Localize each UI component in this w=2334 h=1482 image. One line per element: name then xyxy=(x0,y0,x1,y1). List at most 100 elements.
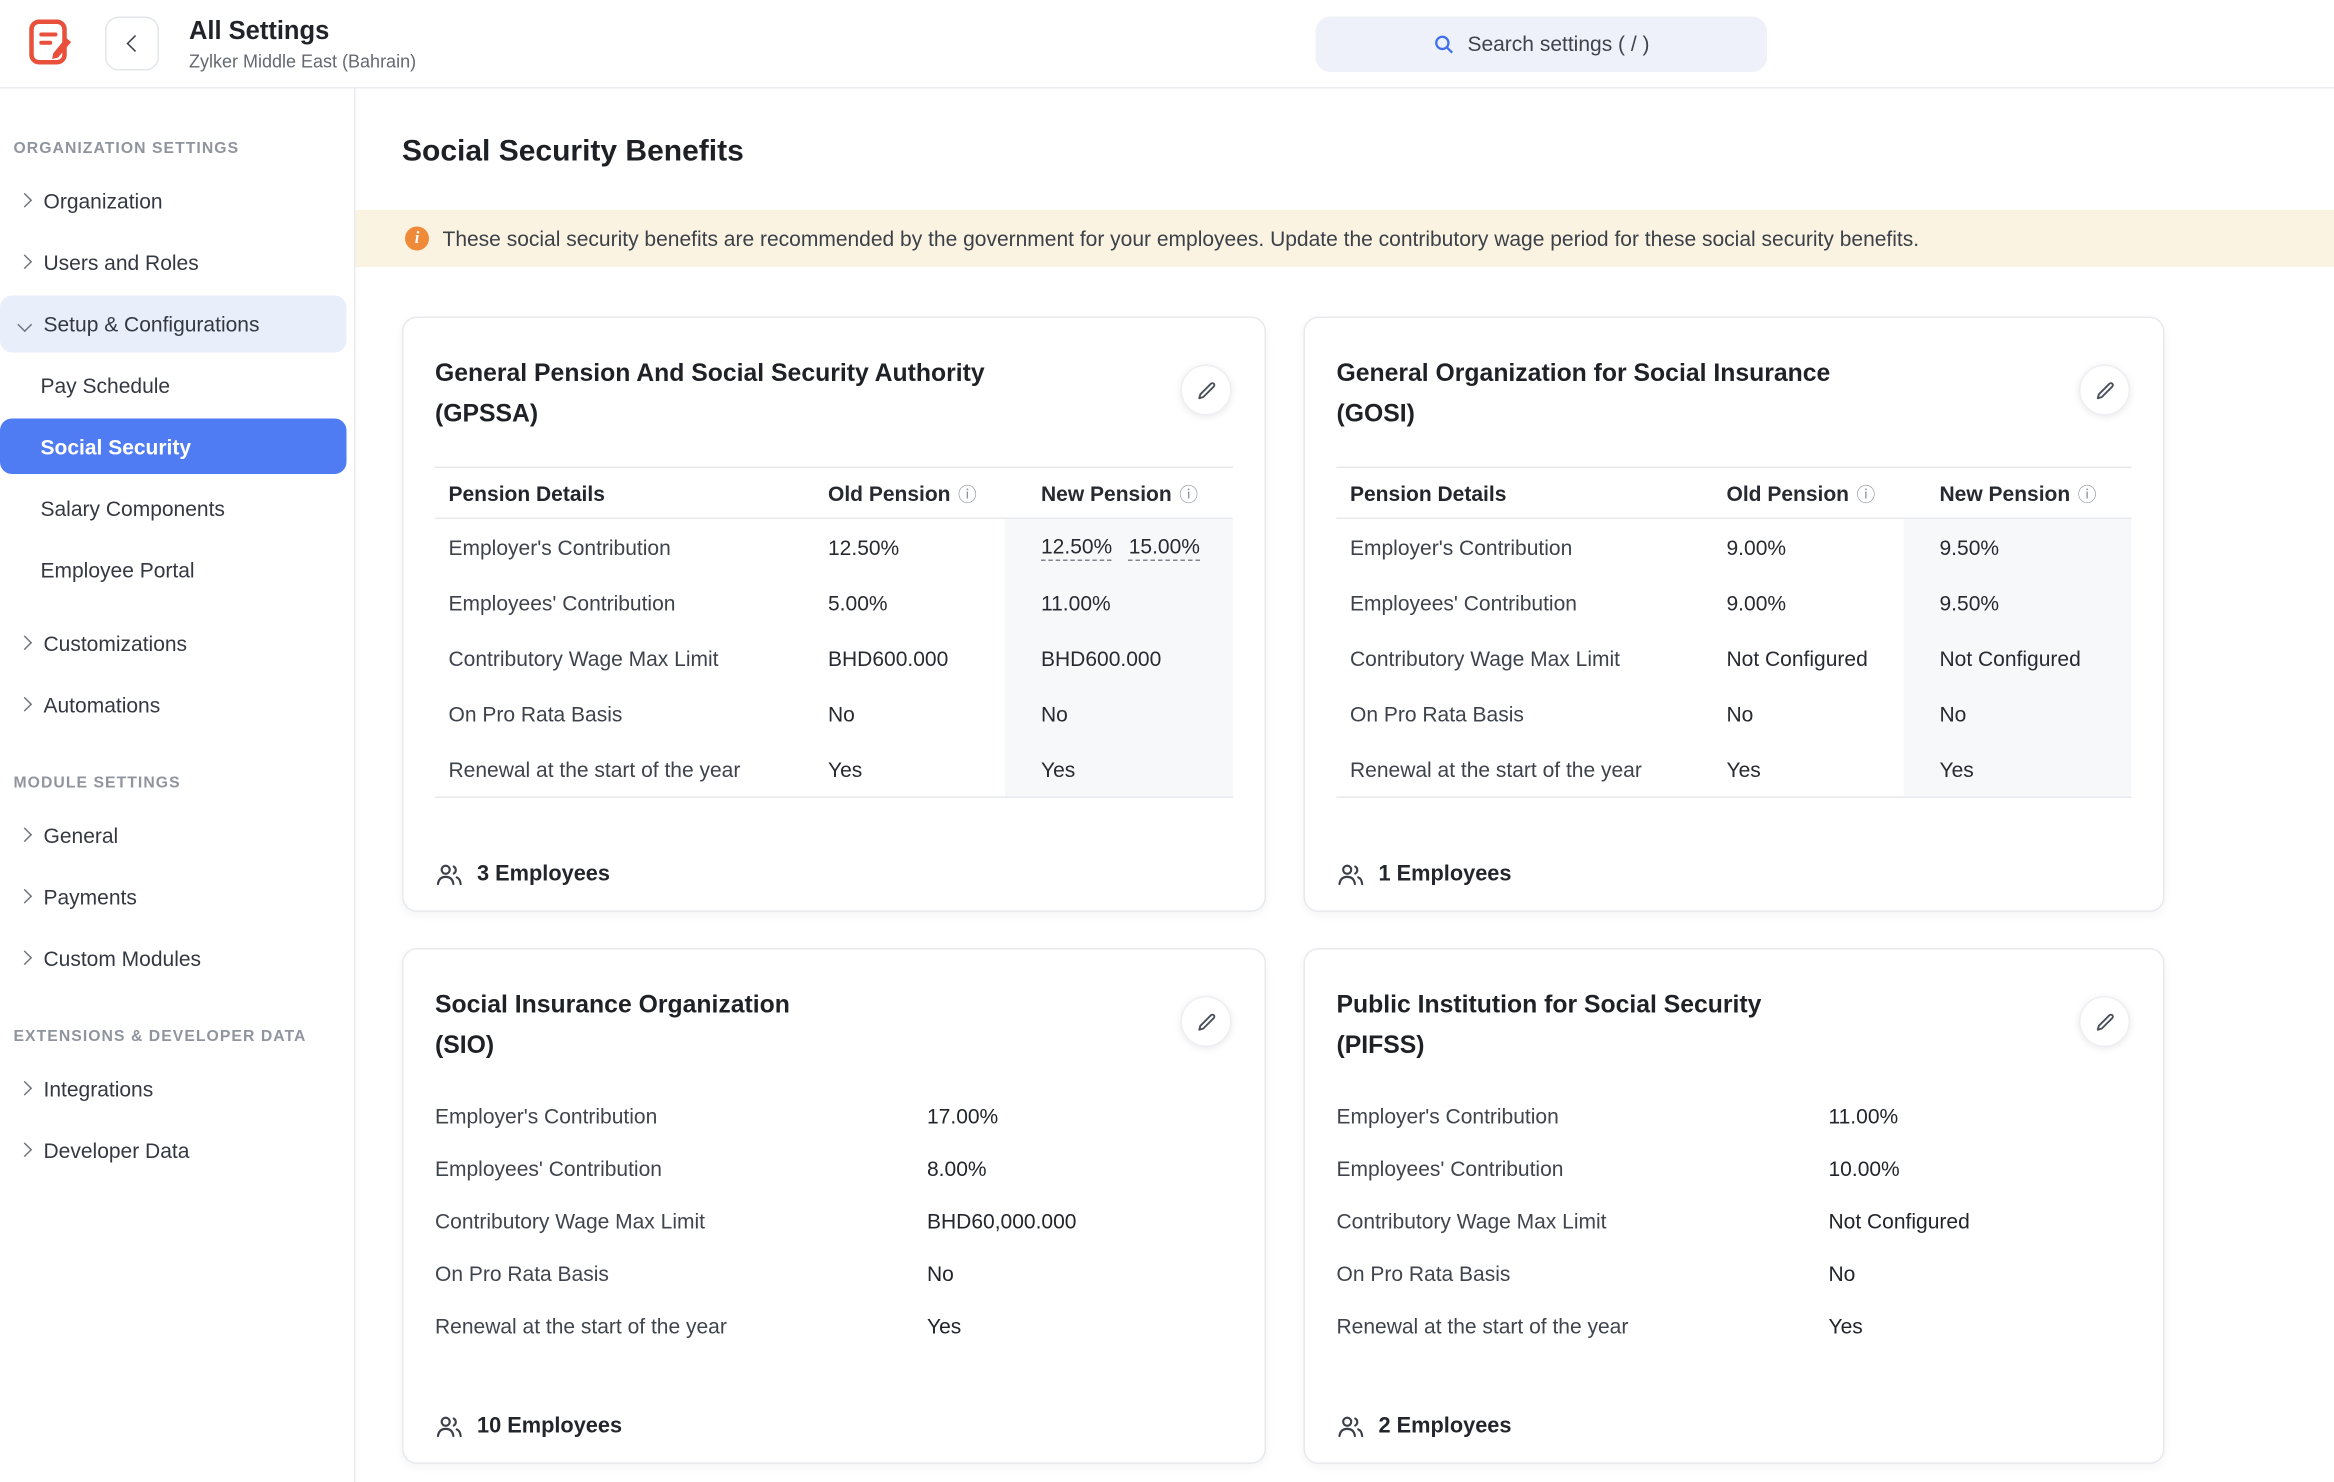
sidebar-item-employee-portal[interactable]: Employee Portal xyxy=(0,539,347,601)
settings-sidebar: ORGANIZATION SETTINGS Organization Users… xyxy=(0,89,356,1482)
column-header-pension-details: Pension Details xyxy=(1337,481,1727,505)
chevron-right-icon xyxy=(17,697,32,712)
search-settings-input[interactable]: Search settings ( / ) xyxy=(1316,16,1768,72)
sidebar-item-users-and-roles[interactable]: Users and Roles xyxy=(0,231,347,293)
org-name: Zylker Middle East (Bahrain) xyxy=(189,50,416,71)
table-row: Employer's Contribution 9.00% 9.50% xyxy=(1337,519,2132,575)
pencil-icon xyxy=(2093,379,2116,402)
sidebar-item-salary-components[interactable]: Salary Components xyxy=(0,477,347,539)
main-content: Social Security Benefits i These social … xyxy=(356,89,2334,1482)
payroll-app-logo[interactable] xyxy=(21,14,81,74)
card-gpssa: General Pension And Social Security Auth… xyxy=(402,317,1266,913)
chevron-right-icon xyxy=(17,193,32,208)
chevron-right-icon xyxy=(17,635,32,650)
card-title: General Pension And Social Security Auth… xyxy=(435,354,1125,435)
sidebar-item-organization[interactable]: Organization xyxy=(0,170,347,232)
employee-count: 3 Employees xyxy=(435,863,610,887)
detail-row: Employees' Contribution8.00% xyxy=(435,1142,1233,1195)
chevron-right-icon xyxy=(17,254,32,269)
edit-sio-button[interactable] xyxy=(1181,996,1232,1047)
sidebar-item-custom-modules[interactable]: Custom Modules xyxy=(0,927,347,989)
detail-row: Employer's Contribution11.00% xyxy=(1337,1089,2132,1142)
detail-row: Contributory Wage Max LimitBHD60,000.000 xyxy=(435,1194,1233,1247)
detail-row: Contributory Wage Max LimitNot Configure… xyxy=(1337,1194,2132,1247)
info-icon: i xyxy=(405,227,429,251)
sidebar-item-label: Customizations xyxy=(44,631,188,655)
sidebar-item-customizations[interactable]: Customizations xyxy=(0,612,347,674)
card-title-abbr: (GOSI) xyxy=(1337,401,1415,428)
table-body: Employer's Contribution 12.50% 12.50% 15… xyxy=(435,519,1233,798)
sidebar-item-general[interactable]: General xyxy=(0,804,347,866)
revised-value-upcoming[interactable]: 15.00% xyxy=(1129,533,1200,560)
edit-gosi-button[interactable] xyxy=(2079,365,2130,416)
pension-table: Pension Details Old Pensionⓘ New Pension… xyxy=(435,467,1233,799)
employees-icon xyxy=(435,863,464,887)
card-title-name: Social Insurance Organization xyxy=(435,992,790,1019)
column-header-old-pension: Old Pensionⓘ xyxy=(1727,479,1904,508)
back-button[interactable] xyxy=(105,17,159,71)
chevron-right-icon xyxy=(17,889,32,904)
card-title-abbr: (SIO) xyxy=(435,1032,494,1059)
card-title: Social Insurance Organization (SIO) xyxy=(435,986,1125,1067)
sidebar-item-label: Employee Portal xyxy=(41,557,195,581)
card-title-name: General Organization for Social Insuranc… xyxy=(1337,360,1831,387)
pension-table: Pension Details Old Pensionⓘ New Pension… xyxy=(1337,467,2132,799)
employees-icon xyxy=(1337,863,1366,887)
payroll-logo-icon xyxy=(27,18,75,69)
card-title-abbr: (GPSSA) xyxy=(435,401,538,428)
employees-icon xyxy=(1337,1415,1366,1439)
table-body: Employer's Contribution 9.00% 9.50% Empl… xyxy=(1337,519,2132,798)
card-title-name: General Pension And Social Security Auth… xyxy=(435,360,985,387)
detail-row: Employees' Contribution10.00% xyxy=(1337,1142,2132,1195)
employee-count: 1 Employees xyxy=(1337,863,1512,887)
column-header-new-pension: New Pensionⓘ xyxy=(1904,468,2132,518)
detail-row: On Pro Rata BasisNo xyxy=(435,1247,1233,1300)
edit-gpssa-button[interactable] xyxy=(1181,365,1232,416)
sidebar-item-label: Salary Components xyxy=(41,496,225,520)
chevron-right-icon xyxy=(17,950,32,965)
app-window: All Settings Zylker Middle East (Bahrain… xyxy=(0,0,2334,1482)
chevron-left-icon xyxy=(126,35,143,52)
info-circle-icon[interactable]: ⓘ xyxy=(2078,479,2097,508)
banner-text: These social security benefits are recom… xyxy=(443,227,1920,251)
info-circle-icon[interactable]: ⓘ xyxy=(958,485,977,506)
sidebar-item-label: General xyxy=(44,823,119,847)
table-row: Renewal at the start of the year Yes Yes xyxy=(435,741,1233,797)
sidebar-item-pay-schedule[interactable]: Pay Schedule xyxy=(0,354,347,416)
sidebar-item-label: Developer Data xyxy=(44,1138,190,1162)
column-header-old-pension: Old Pensionⓘ xyxy=(828,479,1005,508)
section-title-module-settings: MODULE SETTINGS xyxy=(14,774,355,792)
sidebar-item-social-security[interactable]: Social Security xyxy=(0,419,347,475)
detail-row: On Pro Rata BasisNo xyxy=(1337,1247,2132,1300)
revised-value-current[interactable]: 12.50% xyxy=(1041,533,1112,560)
info-banner: i These social security benefits are rec… xyxy=(356,210,2334,267)
details-list: Employer's Contribution17.00% Employees'… xyxy=(435,1089,1233,1352)
sidebar-item-payments[interactable]: Payments xyxy=(0,866,347,928)
table-header-row: Pension Details Old Pensionⓘ New Pension… xyxy=(435,467,1233,520)
edit-pifss-button[interactable] xyxy=(2079,996,2130,1047)
card-title: Public Institution for Social Security (… xyxy=(1337,986,2027,1067)
benefit-cards-grid: General Pension And Social Security Auth… xyxy=(402,317,2334,1465)
chevron-right-icon xyxy=(17,827,32,842)
section-title-extensions-developer-data: EXTENSIONS & DEVELOPER DATA xyxy=(14,1028,355,1046)
section-title-organization-settings: ORGANIZATION SETTINGS xyxy=(14,140,355,158)
sidebar-item-developer-data[interactable]: Developer Data xyxy=(0,1119,347,1181)
table-row: Employees' Contribution 9.00% 9.50% xyxy=(1337,575,2132,631)
card-pifss: Public Institution for Social Security (… xyxy=(1304,948,2165,1464)
info-circle-icon[interactable]: ⓘ xyxy=(1857,485,1876,506)
table-row: Contributory Wage Max Limit BHD600.000 B… xyxy=(435,630,1233,686)
table-row: Renewal at the start of the year Yes Yes xyxy=(1337,741,2132,797)
pencil-icon xyxy=(1195,379,1218,402)
info-circle-icon[interactable]: ⓘ xyxy=(1179,479,1198,508)
sidebar-item-label: Custom Modules xyxy=(44,946,202,970)
card-gosi: General Organization for Social Insuranc… xyxy=(1304,317,2165,913)
sidebar-item-automations[interactable]: Automations xyxy=(0,674,347,736)
top-bar: All Settings Zylker Middle East (Bahrain… xyxy=(0,0,2334,89)
chevron-down-icon xyxy=(17,317,32,332)
table-row: On Pro Rata Basis No No xyxy=(435,686,1233,742)
search-placeholder: Search settings ( / ) xyxy=(1467,32,1649,56)
detail-row: Renewal at the start of the yearYes xyxy=(1337,1299,2132,1352)
header-titles: All Settings Zylker Middle East (Bahrain… xyxy=(189,16,416,72)
sidebar-item-setup-configurations[interactable]: Setup & Configurations xyxy=(0,296,347,353)
sidebar-item-integrations[interactable]: Integrations xyxy=(0,1058,347,1120)
